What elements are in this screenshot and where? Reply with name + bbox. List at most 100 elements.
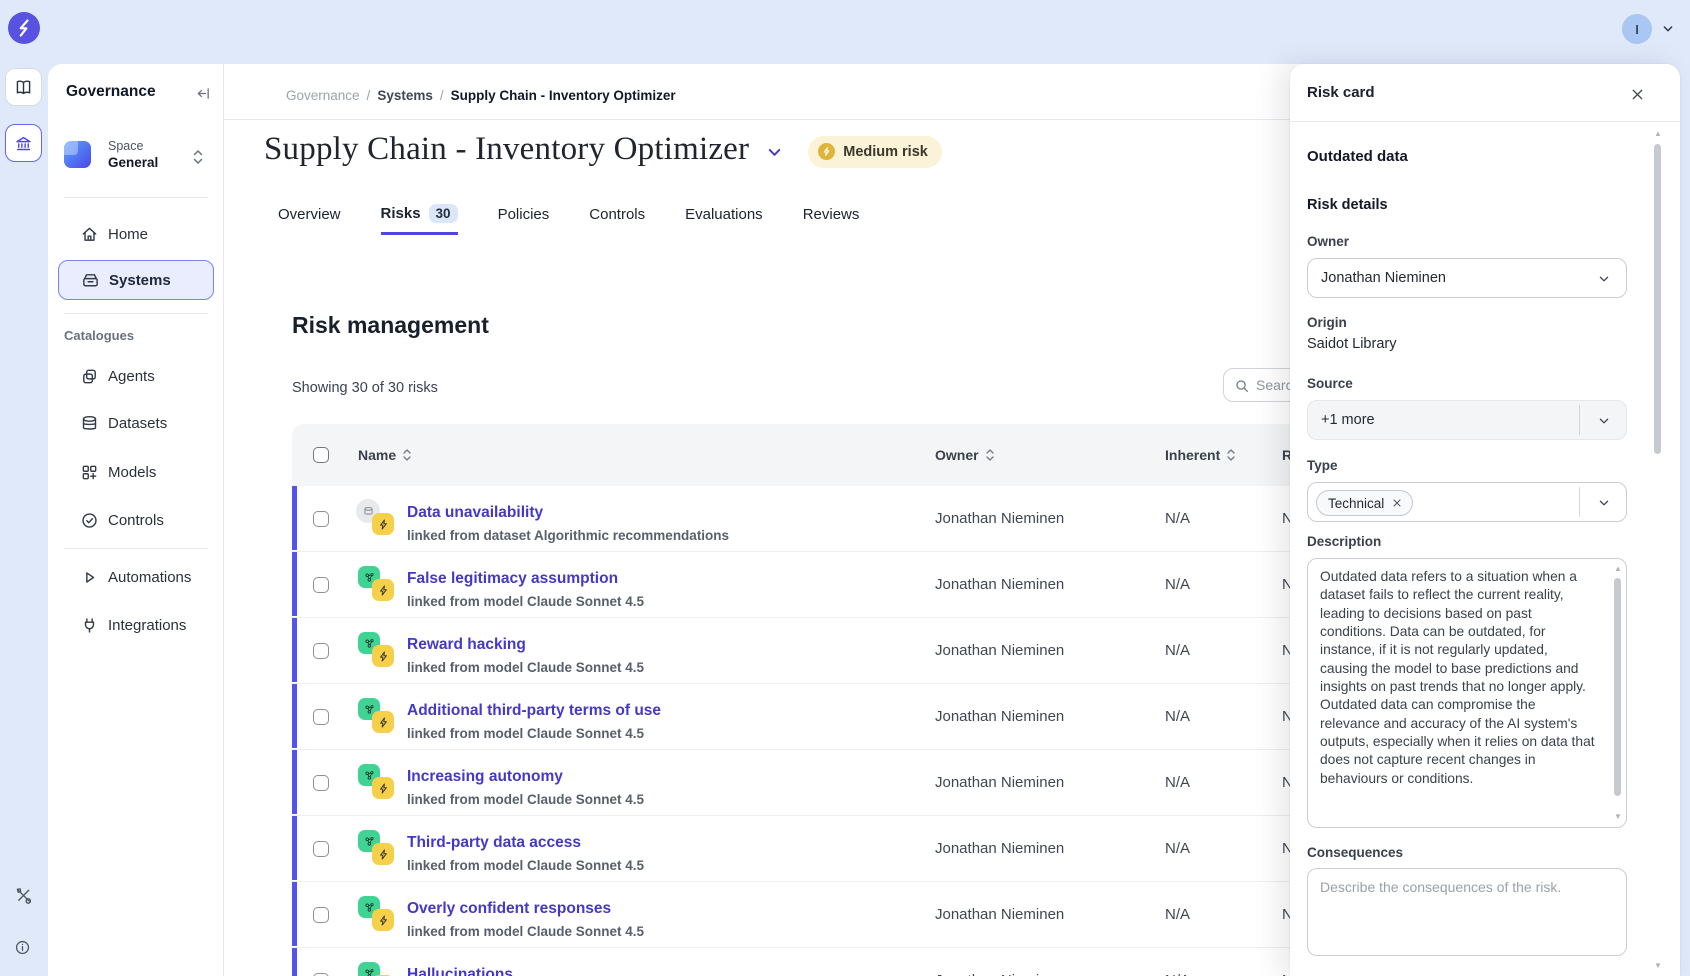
risk-name-link[interactable]: Data unavailability: [407, 504, 543, 522]
row-checkbox[interactable]: [313, 643, 329, 659]
column-header-owner[interactable]: Owner: [935, 447, 995, 463]
consequences-textarea[interactable]: [1307, 868, 1627, 956]
sidebar-item-models[interactable]: Models: [58, 452, 214, 492]
row-checkbox[interactable]: [313, 709, 329, 725]
sidebar-item-label: Datasets: [108, 415, 167, 432]
breadcrumb-item-current: Supply Chain - Inventory Optimizer: [451, 88, 676, 103]
risk-name-link[interactable]: False legitimacy assumption: [407, 570, 618, 588]
owner-cell: Jonathan Nieminen: [935, 576, 1064, 593]
risk-card-title: Risk card: [1307, 84, 1375, 101]
row-accent-bar: [292, 486, 297, 550]
inherent-cell: N/A: [1165, 642, 1190, 659]
sort-icon: [402, 448, 412, 462]
source-label: Source: [1307, 376, 1353, 391]
risk-bolt-icon: [372, 777, 394, 799]
row-checkbox[interactable]: [313, 907, 329, 923]
space-icon: [64, 141, 91, 168]
row-checkbox[interactable]: [313, 577, 329, 593]
tab-risks[interactable]: Risks30: [381, 204, 458, 235]
sidebar-divider: [64, 197, 208, 198]
owner-label: Owner: [1307, 234, 1349, 249]
row-checkbox[interactable]: [313, 775, 329, 791]
agents-icon: [80, 367, 99, 386]
sidebar-item-label: Agents: [108, 368, 155, 385]
info-icon[interactable]: [14, 939, 31, 956]
tab-bar: Overview Risks30 Policies Controls Evalu…: [278, 204, 859, 235]
risk-name-link[interactable]: Increasing autonomy: [407, 768, 563, 786]
risks-count-badge: 30: [429, 204, 458, 223]
inherent-cell: N/A: [1165, 774, 1190, 791]
sidebar-item-datasets[interactable]: Datasets: [58, 403, 214, 443]
sidebar-item-agents[interactable]: Agents: [58, 356, 214, 396]
description-textarea[interactable]: Outdated data refers to a situation when…: [1307, 558, 1627, 828]
risk-bolt-icon: [372, 513, 394, 535]
origin-label: Origin: [1307, 315, 1347, 330]
systems-icon: [81, 271, 100, 290]
sidebar-item-automations[interactable]: Automations: [58, 557, 214, 597]
chip-remove-icon[interactable]: [1391, 497, 1403, 509]
tab-evaluations[interactable]: Evaluations: [685, 206, 763, 235]
tab-controls[interactable]: Controls: [589, 206, 645, 235]
risk-linked-from: linked from model Claude Sonnet 4.5: [407, 858, 644, 873]
tools-icon[interactable]: [14, 886, 33, 905]
sidebar-item-label: Controls: [108, 512, 164, 529]
owner-cell: Jonathan Nieminen: [935, 774, 1064, 791]
risk-level-icon: [818, 143, 835, 160]
select-all-checkbox[interactable]: [313, 447, 329, 463]
risk-name-link[interactable]: Third-party data access: [407, 834, 581, 852]
book-icon: [14, 78, 33, 97]
risk-name-link[interactable]: Reward hacking: [407, 636, 526, 654]
app-logo[interactable]: [8, 12, 40, 44]
row-checkbox[interactable]: [313, 511, 329, 527]
breadcrumb: Governance/Systems/Supply Chain - Invent…: [286, 88, 676, 103]
description-scrollbar[interactable]: [1614, 578, 1621, 796]
sidebar-item-label: Home: [108, 226, 148, 243]
panel-scroll-up-icon[interactable]: ▲: [1654, 130, 1662, 138]
type-label: Type: [1307, 458, 1338, 473]
chevron-down-icon: [1596, 271, 1612, 287]
space-name: General: [108, 155, 158, 170]
sidebar-item-home[interactable]: Home: [58, 214, 214, 254]
column-header-name[interactable]: Name: [358, 447, 412, 463]
library-rail-button[interactable]: [5, 68, 42, 106]
breadcrumb-item[interactable]: Systems: [377, 88, 433, 103]
user-avatar[interactable]: I: [1622, 14, 1652, 44]
row-accent-bar: [292, 750, 297, 814]
risk-bolt-icon: [372, 909, 394, 931]
sidebar-item-controls[interactable]: Controls: [58, 500, 214, 540]
close-icon[interactable]: [1627, 84, 1647, 104]
risk-name-link[interactable]: Hallucinations: [407, 966, 513, 976]
row-accent-bar: [292, 618, 297, 682]
title-chevron-icon[interactable]: [765, 143, 784, 162]
sort-icon: [985, 448, 995, 462]
tab-reviews[interactable]: Reviews: [803, 206, 860, 235]
sidebar-item-label: Models: [108, 464, 156, 481]
panel-scroll-down-icon[interactable]: ▼: [1654, 962, 1662, 970]
tab-policies[interactable]: Policies: [498, 206, 550, 235]
risk-name-link[interactable]: Overly confident responses: [407, 900, 611, 918]
panel-scrollbar[interactable]: [1654, 144, 1661, 454]
governance-rail-button[interactable]: [5, 124, 42, 162]
scroll-down-icon[interactable]: ▼: [1614, 813, 1622, 821]
type-select[interactable]: Technical: [1307, 482, 1627, 522]
column-header-inherent[interactable]: Inherent: [1165, 447, 1236, 463]
source-select[interactable]: +1 more: [1307, 400, 1627, 440]
risk-card-header: Risk card: [1290, 64, 1680, 122]
sidebar-item-systems[interactable]: Systems: [58, 260, 214, 300]
origin-value: Saidot Library: [1307, 336, 1396, 352]
row-accent-bar: [292, 684, 297, 748]
sidebar-title: Governance: [66, 83, 156, 101]
breadcrumb-item[interactable]: Governance: [286, 88, 360, 103]
risk-name-link[interactable]: Additional third-party terms of use: [407, 702, 661, 720]
tab-overview[interactable]: Overview: [278, 206, 341, 235]
sidebar-collapse-button[interactable]: [192, 82, 214, 104]
scroll-up-icon[interactable]: ▲: [1614, 565, 1622, 573]
sidebar-item-integrations[interactable]: Integrations: [58, 605, 214, 645]
inherent-cell: N/A: [1165, 576, 1190, 593]
account-menu-chevron-icon[interactable]: [1660, 21, 1676, 37]
owner-select[interactable]: Jonathan Nieminen: [1307, 258, 1627, 298]
row-checkbox[interactable]: [313, 841, 329, 857]
datasets-icon: [80, 414, 99, 433]
risk-level-badge: Medium risk: [808, 136, 942, 168]
models-icon: [80, 463, 99, 482]
